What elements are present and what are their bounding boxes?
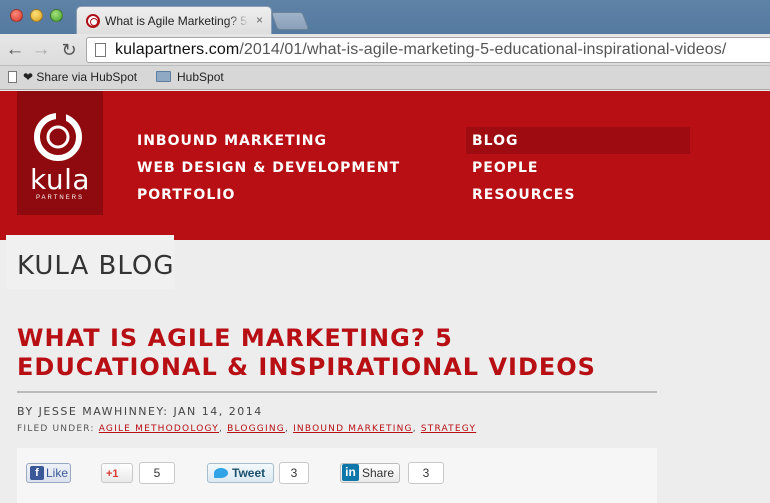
logo-subtitle: PARTNERS bbox=[35, 195, 85, 201]
facebook-like-label: Like bbox=[46, 466, 69, 480]
linkedin-share-button[interactable]: in Share bbox=[340, 463, 400, 483]
google-plus-count: 5 bbox=[139, 462, 175, 484]
page-icon bbox=[8, 71, 17, 83]
logo-wordmark: kula bbox=[29, 163, 91, 196]
bookmark-share-via-hubspot[interactable]: ❤ Share via HubSpot bbox=[8, 70, 137, 84]
filed-under-label: FILED UNDER: bbox=[17, 424, 95, 434]
kula-favicon-icon bbox=[86, 14, 100, 28]
back-arrow-icon[interactable]: ← bbox=[4, 39, 26, 61]
tab-active[interactable]: What is Agile Marketing? 5 Educational &… bbox=[76, 6, 272, 34]
nav-blog[interactable]: BLOG bbox=[472, 133, 519, 149]
browser-chrome: What is Agile Marketing? 5 Educational &… bbox=[0, 0, 770, 90]
browser-toolbar: ← → ↻ kulapartners.com/2014/01/what-is-a… bbox=[0, 34, 770, 66]
url-text[interactable]: kulapartners.com/2014/01/what-is-agile-m… bbox=[115, 41, 726, 59]
close-window-icon[interactable] bbox=[10, 9, 23, 22]
category-link-blogging[interactable]: BLOGGING bbox=[227, 424, 285, 434]
nav-web-design-development[interactable]: WEB DESIGN & DEVELOPMENT bbox=[137, 160, 400, 176]
filed-under: FILED UNDER: AGILE METHODOLOGY, BLOGGING… bbox=[17, 424, 477, 434]
zoom-window-icon[interactable] bbox=[50, 9, 63, 22]
category-link-inbound-marketing[interactable]: INBOUND MARKETING bbox=[293, 424, 413, 434]
kula-logo[interactable]: kula PARTNERS bbox=[17, 91, 103, 215]
bookmark-folder-hubspot[interactable]: HubSpot bbox=[156, 70, 224, 84]
category-link-agile-methodology[interactable]: AGILE METHODOLOGY bbox=[99, 424, 219, 434]
bookmark-label: HubSpot bbox=[177, 70, 224, 84]
google-plus-label: +1 bbox=[106, 468, 119, 480]
nav-resources[interactable]: RESOURCES bbox=[472, 187, 575, 203]
linkedin-share-label: Share bbox=[362, 466, 395, 480]
twitter-bird-icon bbox=[214, 468, 228, 478]
minimize-window-icon[interactable] bbox=[30, 9, 43, 22]
title-divider bbox=[17, 391, 657, 393]
google-plus-button[interactable]: +1 bbox=[101, 463, 133, 483]
new-tab-button[interactable] bbox=[270, 12, 310, 30]
site-header: kula PARTNERS INBOUND MARKETING WEB DESI… bbox=[0, 91, 770, 240]
bookmark-label: ❤ Share via HubSpot bbox=[23, 70, 138, 84]
address-bar[interactable]: kulapartners.com/2014/01/what-is-agile-m… bbox=[86, 37, 770, 63]
facebook-icon: f bbox=[30, 466, 44, 480]
tweet-button[interactable]: Tweet bbox=[207, 463, 274, 483]
url-path: /2014/01/what-is-agile-marketing-5-educa… bbox=[239, 41, 727, 58]
tab-strip: What is Agile Marketing? 5 Educational &… bbox=[0, 0, 770, 34]
tab-title: What is Agile Marketing? 5 Educational &… bbox=[105, 14, 249, 28]
forward-arrow-icon[interactable]: → bbox=[30, 39, 52, 61]
nav-portfolio[interactable]: PORTFOLIO bbox=[137, 187, 235, 203]
linkedin-icon: in bbox=[342, 464, 359, 481]
tweet-count: 3 bbox=[279, 462, 309, 484]
reload-icon[interactable]: ↻ bbox=[58, 39, 80, 61]
blog-label: KULA BLOG bbox=[17, 251, 175, 281]
url-host: kulapartners.com bbox=[115, 41, 240, 58]
folder-icon bbox=[156, 71, 171, 82]
facebook-like-button[interactable]: f Like bbox=[26, 463, 71, 483]
share-bar: f Like +1 5 Tweet 3 in Share 3 bbox=[17, 448, 657, 503]
category-link-strategy[interactable]: STRATEGY bbox=[421, 424, 476, 434]
tab-close-icon[interactable]: × bbox=[256, 13, 263, 27]
post-byline: BY JESSE MAWHINNEY: JAN 14, 2014 bbox=[17, 405, 263, 418]
nav-people[interactable]: PEOPLE bbox=[472, 160, 538, 176]
nav-inbound-marketing[interactable]: INBOUND MARKETING bbox=[137, 133, 327, 149]
blog-label-box: KULA BLOG bbox=[6, 235, 174, 289]
kula-ring-icon bbox=[34, 111, 82, 161]
page-icon bbox=[95, 43, 106, 57]
linkedin-count: 3 bbox=[408, 462, 444, 484]
bookmarks-bar: ❤ Share via HubSpot HubSpot bbox=[0, 66, 770, 90]
post-title[interactable]: WHAT IS AGILE MARKETING? 5 EDUCATIONAL &… bbox=[17, 324, 657, 382]
tweet-label: Tweet bbox=[232, 466, 266, 480]
